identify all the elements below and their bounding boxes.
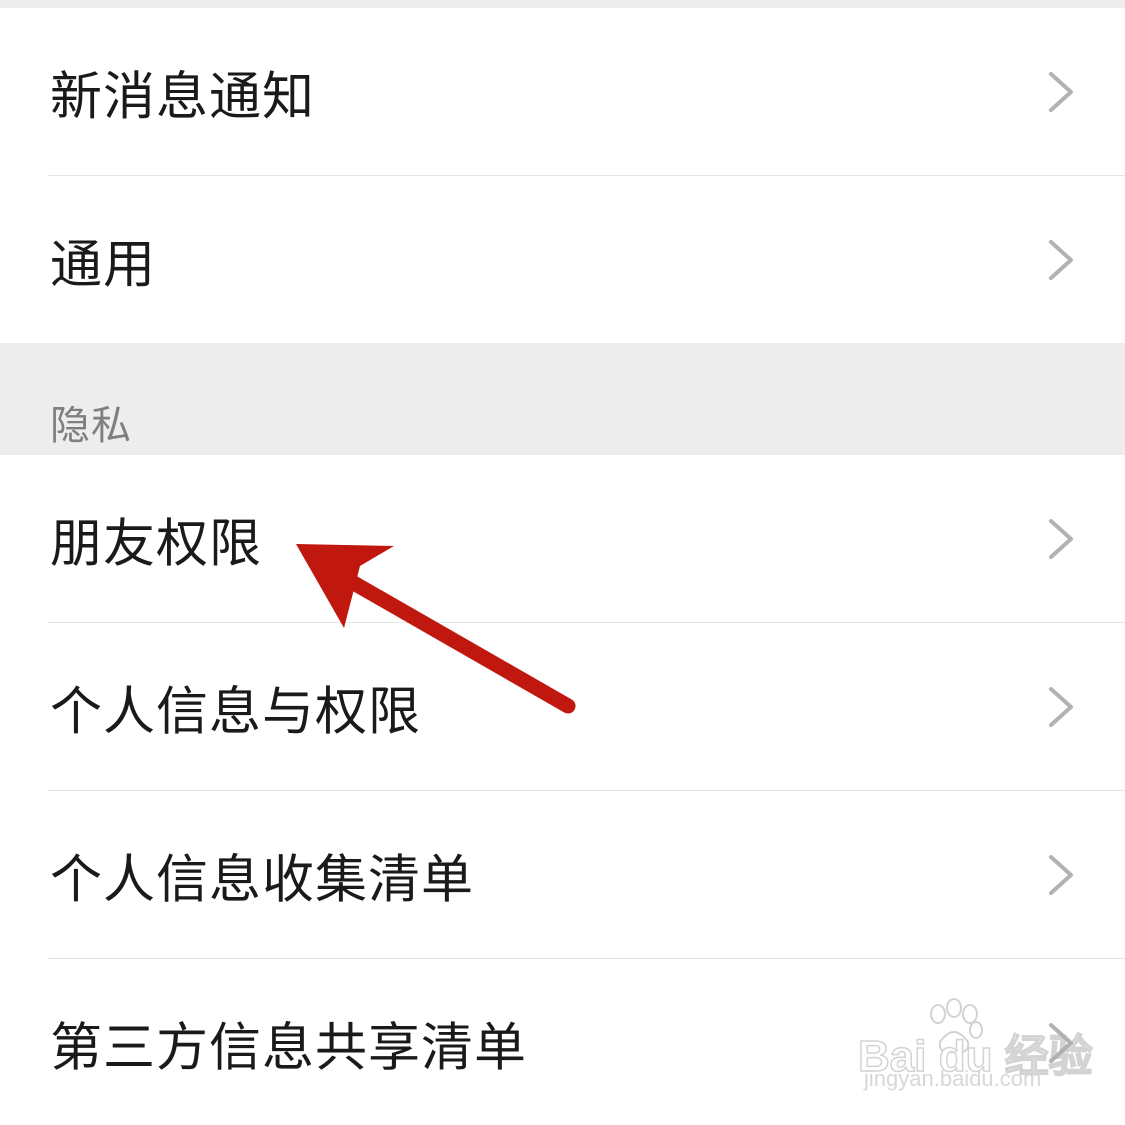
settings-item-label: 新消息通知 [50,67,316,128]
settings-item-label: 朋友权限 [50,514,263,575]
settings-item-new-message-notification[interactable]: 新消息通知 [0,8,1125,176]
settings-item-general[interactable]: 通用 [0,176,1125,344]
chevron-right-icon [1049,687,1073,727]
settings-item-label: 第三方信息共享清单 [50,1018,528,1079]
settings-item-label: 个人信息收集清单 [50,850,475,911]
chevron-right-icon [1049,240,1073,280]
settings-item-friend-permissions[interactable]: 朋友权限 [0,455,1125,623]
chevron-right-icon [1049,72,1073,112]
top-separator [0,0,1125,8]
chevron-right-icon [1049,519,1073,559]
chevron-right-icon [1049,1023,1073,1063]
settings-screen: 新消息通知 通用 隐私 朋友权限 个人信息与权限 个人信息收集清单 第三方信息共… [0,0,1125,1125]
settings-item-label: 通用 [50,235,157,296]
settings-item-personal-info-permissions[interactable]: 个人信息与权限 [0,623,1125,791]
settings-item-label: 个人信息与权限 [50,682,422,743]
section-header-privacy: 隐私 [0,343,1125,455]
settings-item-personal-info-collection-list[interactable]: 个人信息收集清单 [0,791,1125,959]
settings-item-third-party-sharing-list[interactable]: 第三方信息共享清单 [0,959,1125,1125]
chevron-right-icon [1049,855,1073,895]
section-title: 隐私 [50,403,132,449]
